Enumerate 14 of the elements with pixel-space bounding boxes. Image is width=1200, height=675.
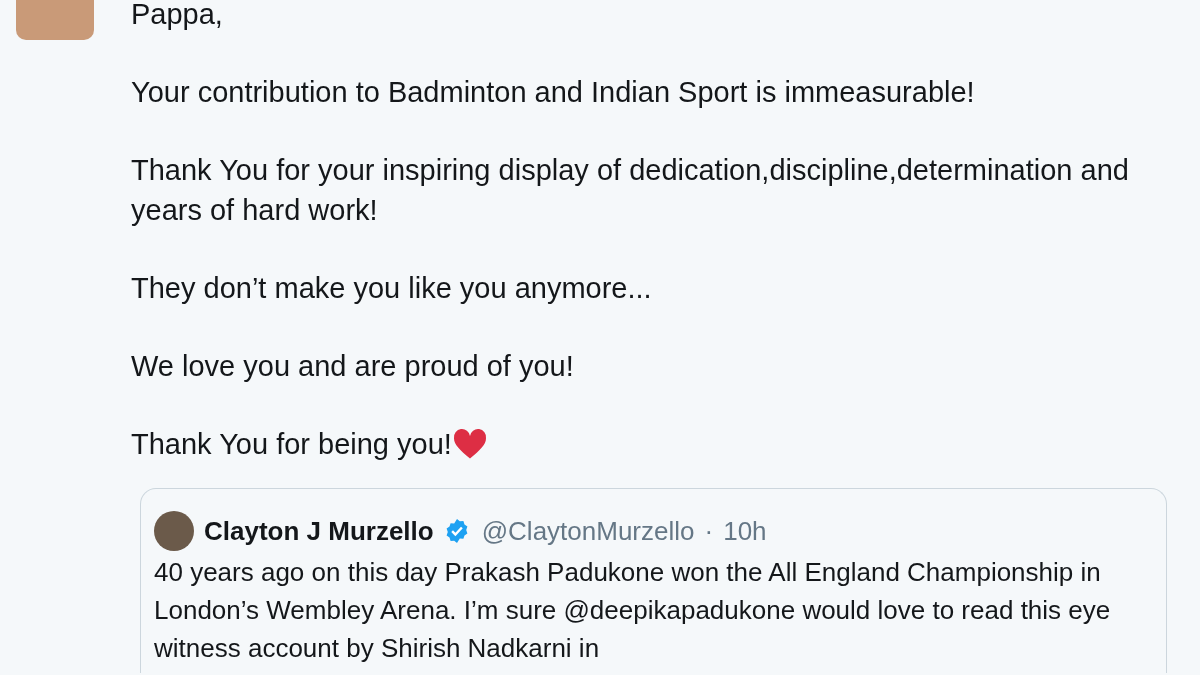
author-name[interactable]: Clayton J Murzello (204, 511, 434, 551)
tweet-paragraph: Thank You for being you! (131, 427, 452, 462)
tweet-paragraph: Thank You for your inspiring display of dedication,discipline,determination and years of hard work! (131, 153, 1130, 228)
separator: · (704, 514, 714, 548)
quoted-tweet-card[interactable] (140, 488, 1167, 673)
avatar-photo-placeholder (154, 511, 194, 551)
quoted-tweet-text: 40 years ago on this day Prakash Padukone won the All England Championship in London’s Wembley Arena. I’m sure @deepikapadukone would love to read this eye witness account by Shirish Nadkarni in (154, 556, 1112, 665)
tweet-paragraph: Your contribution to Badminton and Indian Sport is immeasurable! (131, 75, 976, 110)
author-handle[interactable]: @ClaytonMurzello (481, 511, 695, 551)
timestamp[interactable]: 10h (723, 511, 767, 551)
tweet-paragraph: Pappa, (131, 0, 224, 32)
heart-icon (451, 428, 488, 460)
tweet-paragraph: We love you and are proud of you! (131, 349, 575, 384)
tweet-paragraph: They don’t make you like you anymore... (131, 271, 653, 306)
